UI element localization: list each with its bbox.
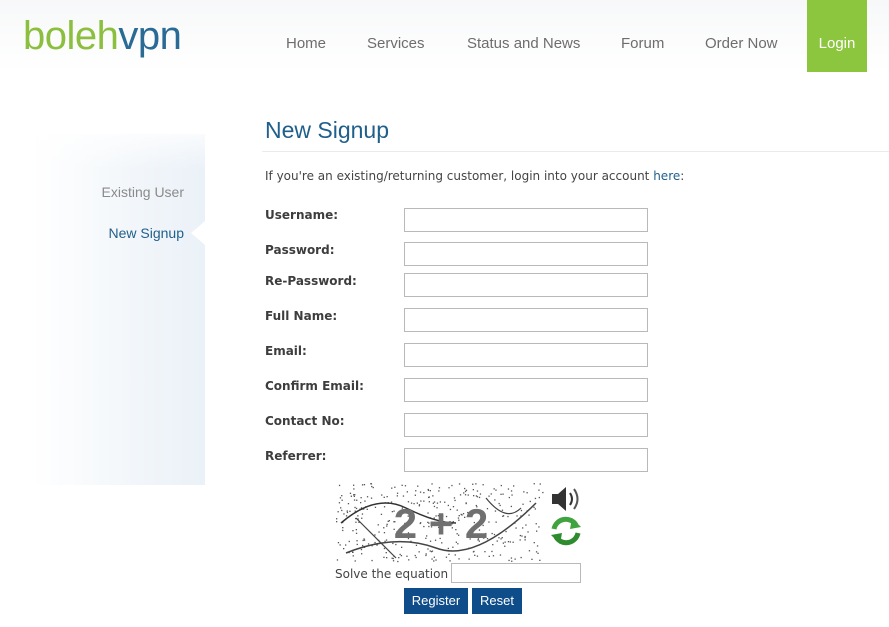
intro-text: If you're an existing/returning customer… [265,169,684,183]
logo-text-vpn: vpn [118,14,182,58]
refresh-icon[interactable] [548,515,584,547]
nav-item-forum[interactable]: Forum [621,0,664,72]
nav-item-services[interactable]: Services [367,0,425,72]
nav-item-order-now[interactable]: Order Now [705,0,778,72]
intro-text-body: If you're an existing/returning customer… [265,169,654,183]
captcha-answer-input[interactable] [451,563,581,583]
full-name-label: Full Name: [265,309,338,323]
captcha-equation-text: 2 + 2 [394,500,489,547]
speaker-icon[interactable] [548,483,584,515]
intro-suffix: : [680,169,685,183]
sidebar-fade [32,120,205,170]
nav-item-home[interactable]: Home [286,0,326,72]
confirm-email-label: Confirm Email: [265,379,364,393]
password-field[interactable] [404,242,648,266]
captcha-image: 2 + 2 [336,483,546,563]
password-label: Password: [265,243,335,257]
email-field[interactable] [404,343,648,367]
solve-equation-label: Solve the equation [335,567,449,581]
reset-button[interactable]: Reset [472,588,522,614]
contact-no-label: Contact No: [265,414,345,428]
nav-login-button[interactable]: Login [807,0,867,72]
username-field[interactable] [404,208,648,232]
logo-text-boleh: boleh [23,14,119,58]
referrer-field[interactable] [404,448,648,472]
full-name-field[interactable] [404,308,648,332]
referrer-label: Referrer: [265,449,327,463]
contact-no-field[interactable] [404,413,648,437]
re-password-label: Re-Password: [265,274,357,288]
site-logo[interactable]: bolehvpn [23,14,182,58]
sidebar-item-existing-user[interactable]: Existing User [102,184,184,200]
sidebar-active-pointer [191,221,205,245]
sidebar-item-new-signup[interactable]: New Signup [109,225,185,241]
page-title: New Signup [265,117,390,143]
username-label: Username: [265,208,339,222]
register-button[interactable]: Register [404,588,468,614]
title-divider [262,151,889,152]
login-here-link[interactable]: here [653,169,680,183]
re-password-field[interactable] [404,273,648,297]
confirm-email-field[interactable] [404,378,648,402]
nav-item-status-and-news[interactable]: Status and News [467,0,580,72]
email-label: Email: [265,344,307,358]
